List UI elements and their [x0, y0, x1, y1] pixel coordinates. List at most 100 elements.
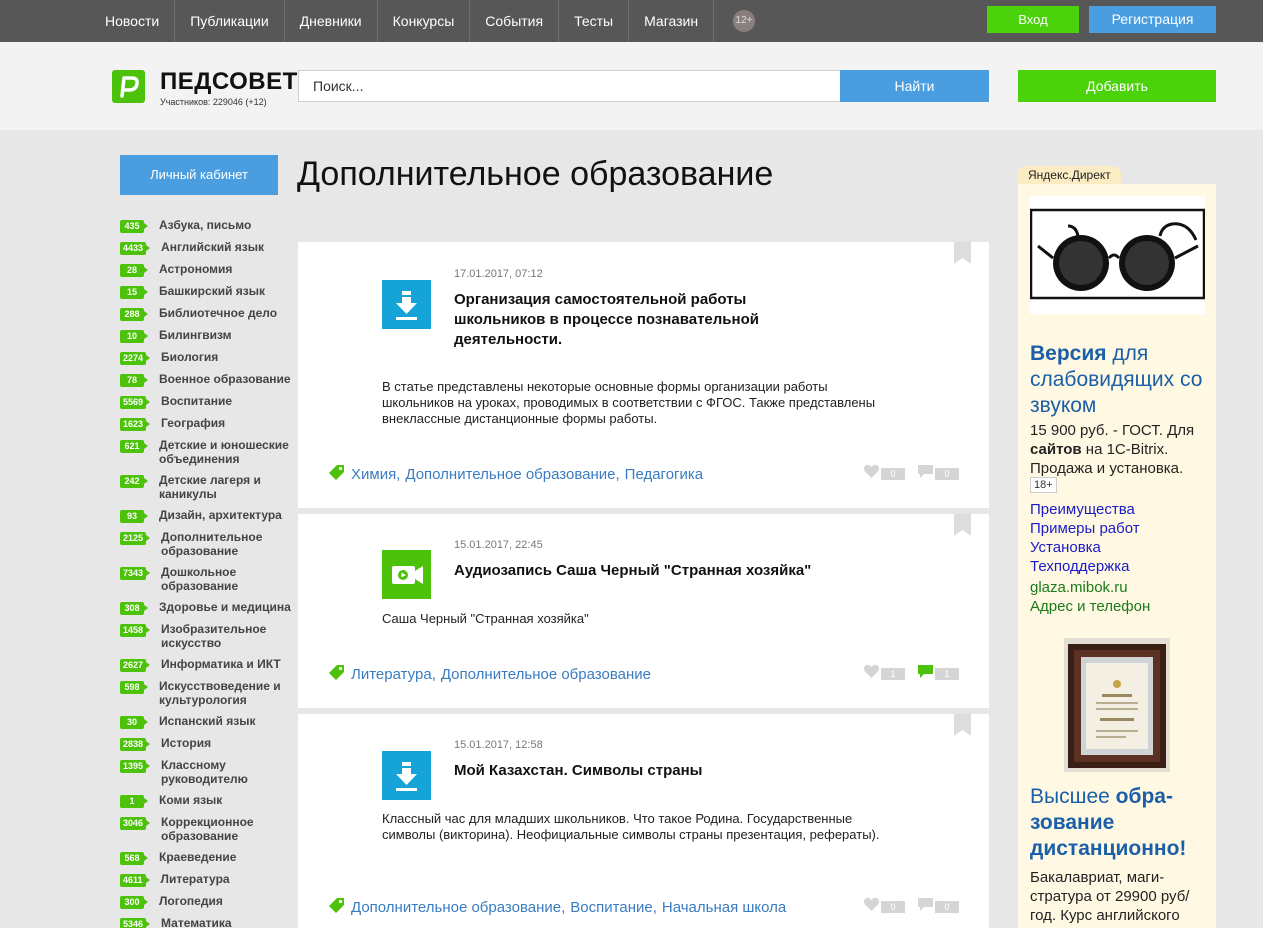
tag-link[interactable]: Начальная школа: [662, 899, 786, 916]
category-item[interactable]: 4433 Английский язык: [120, 240, 298, 255]
nav-tests[interactable]: Тесты: [559, 0, 630, 42]
category-label[interactable]: Коррекционное образование: [161, 815, 298, 843]
glasses-ad-image[interactable]: [1029, 196, 1206, 314]
comments[interactable]: 0: [917, 464, 959, 484]
logo-icon[interactable]: [112, 70, 145, 103]
category-item[interactable]: 30 Испанский язык: [120, 714, 298, 729]
category-item[interactable]: 78 Военное образование: [120, 372, 298, 387]
nav-shop[interactable]: Магазин: [629, 0, 715, 42]
tag-link[interactable]: Дополнительное образование: [441, 666, 651, 683]
category-label[interactable]: Азбука, письмо: [159, 218, 251, 232]
category-item[interactable]: 598 Искусствоведение и культурология: [120, 679, 298, 707]
category-label[interactable]: Испанский язык: [159, 714, 255, 728]
category-label[interactable]: Здоровье и медицина: [159, 600, 291, 614]
category-label[interactable]: Детские лагеря и каникулы: [159, 473, 298, 501]
category-item[interactable]: 28 Астрономия: [120, 262, 298, 277]
nav-publications[interactable]: Публикации: [175, 0, 285, 42]
tag-link[interactable]: Дополнительное образование: [351, 899, 561, 916]
nav-news[interactable]: Новости: [90, 0, 176, 42]
logo-name[interactable]: ПЕДСОВЕТ: [160, 68, 298, 96]
category-item[interactable]: 435 Азбука, письмо: [120, 218, 298, 233]
category-item[interactable]: 7343 Дошкольное образование: [120, 565, 298, 593]
ad-headline[interactable]: Версия для слабовидящих со звуком: [1030, 341, 1210, 419]
category-label[interactable]: Изобразительное искусство: [161, 622, 298, 650]
category-label[interactable]: Логопедия: [159, 894, 223, 908]
add-button[interactable]: Добавить: [1018, 70, 1216, 102]
register-button[interactable]: Регистрация: [1089, 6, 1216, 33]
category-label[interactable]: Дизайн, архитектура: [159, 508, 282, 522]
likes[interactable]: 0: [863, 464, 905, 484]
comments[interactable]: 0: [917, 897, 959, 917]
category-item[interactable]: 1395 Классному руководителю: [120, 758, 298, 786]
personal-cabinet-button[interactable]: Личный кабинет: [120, 155, 278, 195]
category-item[interactable]: 242 Детские лагеря и каникулы: [120, 473, 298, 501]
category-item[interactable]: 1458 Изобразительное искусство: [120, 622, 298, 650]
category-label[interactable]: География: [161, 416, 225, 430]
category-label[interactable]: Дополнительное образование: [161, 530, 298, 558]
category-label[interactable]: Коми язык: [159, 793, 222, 807]
search-input[interactable]: [298, 70, 841, 102]
category-label[interactable]: Биология: [161, 350, 218, 364]
category-label[interactable]: Воспитание: [161, 394, 232, 408]
category-item[interactable]: 2627 Информатика и ИКТ: [120, 657, 298, 672]
category-item[interactable]: 5569 Воспитание: [120, 394, 298, 409]
nav-contests[interactable]: Конкурсы: [378, 0, 471, 42]
category-label[interactable]: Башкирский язык: [159, 284, 265, 298]
nav-events[interactable]: События: [470, 0, 560, 42]
download-icon[interactable]: [382, 280, 431, 329]
likes[interactable]: 1: [863, 664, 905, 684]
ad-link-install[interactable]: Установка: [1030, 538, 1140, 557]
category-label[interactable]: Английский язык: [161, 240, 264, 254]
category-item[interactable]: 3046 Коррекционное образование: [120, 815, 298, 843]
ad-link-support[interactable]: Техподдержка: [1030, 557, 1140, 576]
category-item[interactable]: 2125 Дополнительное образование: [120, 530, 298, 558]
download-icon[interactable]: [382, 751, 431, 800]
search-button[interactable]: Найти: [840, 70, 989, 102]
category-item[interactable]: 1 Коми язык: [120, 793, 298, 808]
nav-diaries[interactable]: Дневники: [285, 0, 378, 42]
category-item[interactable]: 568 Краеведение: [120, 850, 298, 865]
tag-link[interactable]: Дополнительное образование: [405, 466, 615, 483]
category-item[interactable]: 288 Библиотечное дело: [120, 306, 298, 321]
category-label[interactable]: Краеведение: [159, 850, 236, 864]
category-item[interactable]: 300 Логопедия: [120, 894, 298, 909]
login-button[interactable]: Вход: [987, 6, 1079, 33]
ad-link-works[interactable]: Примеры работ: [1030, 519, 1140, 538]
category-label[interactable]: Дошкольное образование: [161, 565, 298, 593]
category-item[interactable]: 2274 Биология: [120, 350, 298, 365]
category-item[interactable]: 621 Детские и юношеские объединения: [120, 438, 298, 466]
post-title[interactable]: Мой Казахстан. Символы страны: [454, 761, 814, 781]
category-label[interactable]: Классному руководителю: [161, 758, 298, 786]
category-item[interactable]: 2838 История: [120, 736, 298, 751]
tag-link[interactable]: Воспитание: [570, 899, 652, 916]
category-item[interactable]: 93 Дизайн, архитектура: [120, 508, 298, 523]
video-icon[interactable]: [382, 550, 431, 599]
diploma-ad-image[interactable]: [1064, 638, 1170, 772]
category-item[interactable]: 10 Билингвизм: [120, 328, 298, 343]
ad-domain[interactable]: glaza.mibok.ru: [1030, 578, 1128, 597]
ad-contact-link[interactable]: Адрес и телефон: [1030, 597, 1150, 616]
tag-link[interactable]: Литература: [351, 666, 432, 683]
category-label[interactable]: Искусствоведение и культурология: [159, 679, 298, 707]
ad-headline-2[interactable]: Высшее обра-зование дистанционно!: [1030, 784, 1210, 862]
category-item[interactable]: 15 Башкирский язык: [120, 284, 298, 299]
category-item[interactable]: 5346 Математика: [120, 916, 298, 928]
tag-link[interactable]: Педагогика: [625, 466, 703, 483]
bookmark-icon[interactable]: [954, 514, 971, 536]
ad-link-advantages[interactable]: Преимущества: [1030, 500, 1140, 519]
bookmark-icon[interactable]: [954, 242, 971, 264]
category-label[interactable]: Математика: [161, 916, 232, 928]
post-title[interactable]: Организация самостоятельной работы школь…: [454, 290, 814, 350]
bookmark-icon[interactable]: [954, 714, 971, 736]
comments[interactable]: 1: [917, 664, 959, 684]
category-label[interactable]: Военное образование: [159, 372, 291, 386]
category-label[interactable]: Литература: [161, 872, 230, 886]
category-label[interactable]: История: [161, 736, 211, 750]
category-label[interactable]: Детские и юношеские объединения: [159, 438, 298, 466]
post-title[interactable]: Аудиозапись Саша Черный "Странная хозяйк…: [454, 561, 874, 581]
category-item[interactable]: 308 Здоровье и медицина: [120, 600, 298, 615]
tag-link[interactable]: Химия: [351, 466, 396, 483]
ad-block[interactable]: Версия для слабовидящих со звуком 15 900…: [1018, 184, 1216, 928]
category-item[interactable]: 4611 Литература: [120, 872, 298, 887]
category-label[interactable]: Билингвизм: [159, 328, 232, 342]
